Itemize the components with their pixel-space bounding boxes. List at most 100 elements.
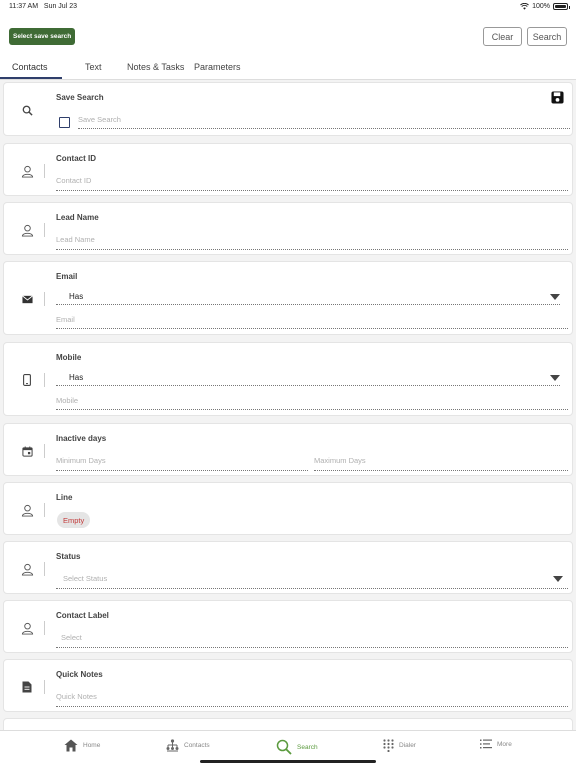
contact-id-card: Contact ID Contact ID bbox=[3, 143, 573, 196]
status-card: Status Select Status bbox=[3, 541, 573, 594]
save-search-card: Save Search Save Search bbox=[3, 82, 573, 136]
document-icon bbox=[20, 680, 34, 694]
tab-text[interactable]: Text bbox=[85, 62, 102, 72]
tab-bar: Contacts Text Notes & Tasks Parameters bbox=[0, 60, 576, 80]
quick-notes-card: Quick Notes Quick Notes bbox=[3, 659, 573, 712]
save-search-underline bbox=[78, 128, 570, 129]
status-date: Sun Jul 23 bbox=[43, 3, 77, 10]
lead-name-card: Lead Name Lead Name bbox=[3, 202, 573, 255]
inactive-days-card: Inactive days Minimum Days Maximum Days bbox=[3, 423, 573, 476]
tab-contacts[interactable]: Contacts bbox=[12, 62, 48, 72]
mobile-card: Mobile Has Mobile bbox=[3, 342, 573, 416]
chevron-down-icon[interactable] bbox=[550, 375, 560, 381]
nav-more[interactable]: More bbox=[480, 739, 512, 749]
email-card: Email Has Email bbox=[3, 261, 573, 335]
lead-name-input[interactable]: Lead Name bbox=[56, 235, 95, 244]
status-title: Status bbox=[56, 552, 81, 561]
chevron-down-icon[interactable] bbox=[553, 576, 563, 582]
icon-divider bbox=[44, 223, 45, 237]
nav-contacts-label: Contacts bbox=[184, 742, 210, 749]
tab-notes-tasks[interactable]: Notes & Tasks bbox=[127, 62, 184, 72]
email-title: Email bbox=[56, 272, 78, 281]
mobile-underline bbox=[56, 409, 568, 410]
app-screen: 11:37 AM Sun Jul 23 100% Select save sea… bbox=[0, 0, 576, 768]
person-icon bbox=[20, 164, 34, 178]
tab-parameters[interactable]: Parameters bbox=[194, 62, 241, 72]
email-select-underline bbox=[56, 304, 560, 305]
status-bar: 11:37 AM Sun Jul 23 100% bbox=[0, 0, 576, 14]
quick-notes-input[interactable]: Quick Notes bbox=[56, 692, 97, 701]
nav-home[interactable]: Home bbox=[64, 739, 100, 752]
nav-dialer[interactable]: Dialer bbox=[383, 739, 416, 752]
header: Select save search Clear Search Contacts… bbox=[0, 14, 576, 80]
clear-button[interactable]: Clear bbox=[483, 27, 522, 46]
nav-search[interactable]: Search bbox=[276, 739, 318, 755]
home-icon bbox=[64, 739, 78, 752]
contact-label-underline bbox=[56, 647, 568, 648]
contact-id-input[interactable]: Contact ID bbox=[56, 176, 91, 185]
email-input[interactable]: Email bbox=[56, 315, 75, 324]
select-save-search-button[interactable]: Select save search bbox=[9, 28, 76, 45]
icon-divider bbox=[44, 503, 45, 517]
line-empty-chip[interactable]: Empty bbox=[57, 512, 91, 528]
menu-icon bbox=[480, 739, 492, 749]
status-time: 11:37 AM Sun Jul 23 bbox=[9, 3, 77, 10]
icon-divider bbox=[44, 444, 45, 458]
status-select[interactable]: Select Status bbox=[63, 574, 107, 583]
battery-icon bbox=[553, 3, 570, 10]
maximum-days-input[interactable]: Maximum Days bbox=[314, 456, 366, 465]
icon-divider bbox=[44, 562, 45, 576]
icon-divider bbox=[44, 680, 45, 694]
mail-icon bbox=[20, 292, 34, 306]
nav-dialer-label: Dialer bbox=[399, 742, 416, 749]
search-filters: Save Search Save Search Contact ID Conta… bbox=[0, 80, 576, 730]
wifi-icon bbox=[520, 3, 529, 10]
contact-label-card: Contact Label Select bbox=[3, 600, 573, 653]
lead-name-underline bbox=[56, 249, 568, 250]
icon-divider bbox=[44, 164, 45, 178]
quick-notes-underline bbox=[56, 706, 568, 707]
status-underline bbox=[56, 588, 568, 589]
mobile-condition-select[interactable]: Has bbox=[69, 373, 83, 382]
calendar-icon bbox=[20, 444, 34, 458]
nav-more-label: More bbox=[497, 740, 512, 748]
icon-divider bbox=[44, 292, 45, 306]
minimum-days-underline bbox=[56, 470, 308, 471]
nav-home-label: Home bbox=[83, 742, 101, 749]
search-icon bbox=[20, 103, 34, 117]
save-icon[interactable] bbox=[551, 91, 564, 104]
nav-contacts[interactable]: Contacts bbox=[166, 739, 210, 752]
minimum-days-input[interactable]: Minimum Days bbox=[56, 456, 106, 465]
chevron-down-icon[interactable] bbox=[550, 294, 560, 300]
search-button[interactable]: Search bbox=[527, 27, 567, 46]
home-indicator bbox=[200, 760, 376, 763]
mobile-input[interactable]: Mobile bbox=[56, 396, 78, 405]
phone-icon bbox=[20, 373, 34, 387]
next-filter-card bbox=[3, 718, 573, 730]
nav-search-label: Search bbox=[297, 743, 318, 751]
mobile-select-underline bbox=[56, 385, 560, 386]
mobile-title: Mobile bbox=[56, 353, 82, 362]
person-icon bbox=[20, 562, 34, 576]
search-icon bbox=[276, 739, 292, 755]
email-condition-select[interactable]: Has bbox=[69, 292, 83, 301]
save-search-checkbox[interactable] bbox=[59, 117, 70, 128]
contact-id-underline bbox=[56, 190, 568, 191]
maximum-days-underline bbox=[314, 470, 568, 471]
battery-percent: 100% bbox=[532, 3, 550, 10]
dialpad-icon bbox=[383, 739, 394, 752]
contacts-tree-icon bbox=[166, 739, 179, 752]
active-tab-indicator bbox=[0, 77, 62, 79]
icon-divider bbox=[44, 621, 45, 635]
line-card: Line Empty bbox=[3, 482, 573, 535]
icon-divider bbox=[44, 373, 45, 387]
email-underline bbox=[56, 328, 568, 329]
contact-label-select[interactable]: Select bbox=[61, 633, 82, 642]
inactive-days-title: Inactive days bbox=[56, 434, 107, 443]
save-search-input[interactable]: Save Search bbox=[78, 115, 121, 124]
quick-notes-title: Quick Notes bbox=[56, 670, 103, 679]
lead-name-title: Lead Name bbox=[56, 213, 99, 222]
save-search-title: Save Search bbox=[56, 93, 104, 102]
contact-id-title: Contact ID bbox=[56, 154, 96, 163]
status-right: 100% bbox=[520, 3, 570, 10]
